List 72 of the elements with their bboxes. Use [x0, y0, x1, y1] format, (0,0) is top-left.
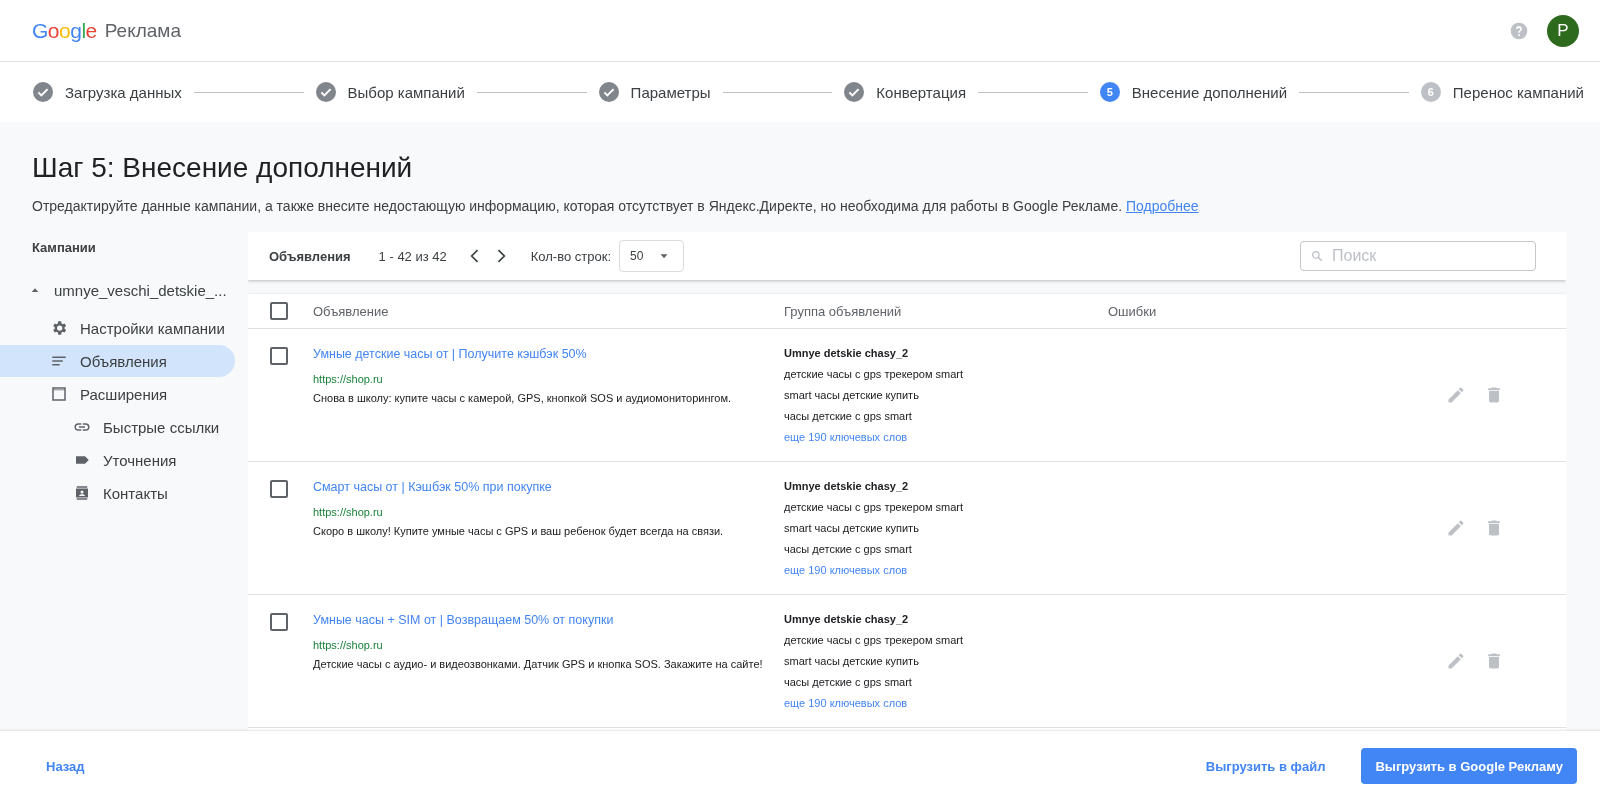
ad-group-name: Umnye detskie chasy_2 — [784, 480, 910, 494]
check-circle-icon — [315, 82, 336, 102]
product-name: Реклама — [104, 19, 181, 42]
pencil-icon[interactable] — [1446, 385, 1466, 405]
sidebar-heading: Кампании — [31, 239, 97, 257]
sidebar-item[interactable]: Объявления — [0, 345, 235, 377]
contact-card-icon — [73, 484, 91, 502]
search-icon — [1310, 249, 1324, 263]
page-description: Отредактируйте данные кампании, а также внесите недостающую информацию, которая отсутствует в Яндекс.Директе, но необходима для работы в Google Рекламе. Подробнее — [32, 198, 1200, 216]
check-circle-icon — [598, 82, 619, 102]
more-keywords-link[interactable]: еще 190 ключевых слов — [784, 564, 1108, 585]
search-field[interactable]: Поиск — [1300, 241, 1536, 271]
step-label: Параметры — [630, 83, 711, 101]
rows-label: Кол-во строк: — [530, 248, 611, 264]
step-number: 5 — [1099, 82, 1120, 102]
sidebar-item[interactable]: Быстрые ссылки — [0, 411, 235, 443]
rows-dropdown[interactable]: 50 — [619, 240, 685, 272]
campaign-item[interactable]: umnye_veschi_detskie_... — [0, 276, 248, 304]
more-keywords-link[interactable]: еще 190 ключевых слов — [784, 697, 1108, 718]
step-label: Загрузка данных — [65, 83, 182, 101]
ad-description: Снова в школу: купите часы с камерой, GPS, кнопкой SOS и аудиомониторингом. — [313, 391, 733, 406]
column-header: Объявление — [313, 303, 390, 319]
keyword: smart часы детские купить — [784, 389, 920, 403]
checkbox[interactable] — [270, 347, 288, 365]
step-number: 6 — [1420, 82, 1441, 102]
keyword: часы детские с gps smart — [784, 676, 913, 690]
pencil-icon[interactable] — [1446, 518, 1466, 538]
step-label: Конвертация — [876, 83, 966, 101]
sidebar-item[interactable]: Контакты — [0, 477, 235, 509]
ad-url: https://shop.ru — [313, 372, 384, 387]
toolbar-title: Объявления — [269, 248, 351, 264]
keyword: smart часы детские купить — [784, 522, 920, 536]
check-circle-icon — [844, 82, 865, 102]
checkbox[interactable] — [270, 613, 288, 631]
step-label: Выбор кампаний — [347, 83, 465, 101]
more-keywords-link[interactable]: еще 190 ключевых слов — [784, 431, 1108, 452]
sidebar-item[interactable]: Уточнения — [0, 444, 235, 476]
ad-url: https://shop.ru — [313, 505, 384, 520]
step-label: Внесение дополнений — [1131, 83, 1288, 101]
column-header: Ошибки — [1108, 303, 1158, 319]
ad-group-name: Umnye detskie chasy_2 — [784, 613, 910, 627]
ad-headline-link[interactable]: Умные часы + SIM от | Возвращаем 50% от покупки — [313, 613, 784, 635]
ad-headline-link[interactable]: Смарт часы от | Кэшбэк 50% при покупке — [313, 480, 784, 502]
ad-description: Детские часы с аудио- и видеозвонками. Датчик GPS и кнопка SOS. Закажите на сайте! — [313, 657, 764, 672]
keyword: детские часы с gps трекером smart — [784, 634, 965, 648]
checkbox[interactable] — [270, 480, 288, 498]
keyword: детские часы с gps трекером smart — [784, 368, 965, 382]
page-title: Шаг 5: Внесение дополнений — [32, 152, 414, 185]
help-icon[interactable] — [1509, 20, 1529, 41]
check-circle-icon — [33, 82, 53, 102]
column-header: Группа объявлений — [784, 303, 903, 319]
avatar[interactable]: P — [1547, 14, 1579, 47]
more-link[interactable]: Подробнее — [1126, 198, 1199, 214]
checkbox[interactable] — [270, 302, 288, 320]
google-logo: Google — [32, 18, 97, 43]
keyword: детские часы с gps трекером smart — [784, 501, 965, 515]
keyword: часы детские с gps smart — [784, 410, 913, 424]
keyword: часы детские с gps smart — [784, 543, 913, 557]
export-file-button[interactable]: Выгрузить в файл — [1193, 748, 1338, 784]
back-button[interactable]: Назад — [34, 748, 97, 784]
export-ads-button[interactable]: Выгрузить в Google Рекламу — [1361, 748, 1577, 784]
keyword: smart часы детские купить — [784, 655, 920, 669]
ad-url: https://shop.ru — [313, 638, 384, 653]
sidebar-item[interactable]: Расширения — [0, 378, 235, 410]
window-icon — [50, 385, 68, 403]
sidebar-item[interactable]: Настройки кампании — [0, 312, 235, 344]
ad-description: Скоро в школу! Купите умные часы с GPS и ваш ребенок будет всегда на связи. — [313, 524, 725, 539]
page-range: 1 - 42 из 42 — [378, 248, 447, 264]
step-label: Перенос кампаний — [1452, 83, 1584, 101]
pencil-icon[interactable] — [1446, 651, 1466, 671]
ad-group-name: Umnye detskie chasy_2 — [784, 347, 910, 361]
ad-headline-link[interactable]: Умные детские часы от | Получите кэшбэк 50% — [313, 347, 784, 369]
